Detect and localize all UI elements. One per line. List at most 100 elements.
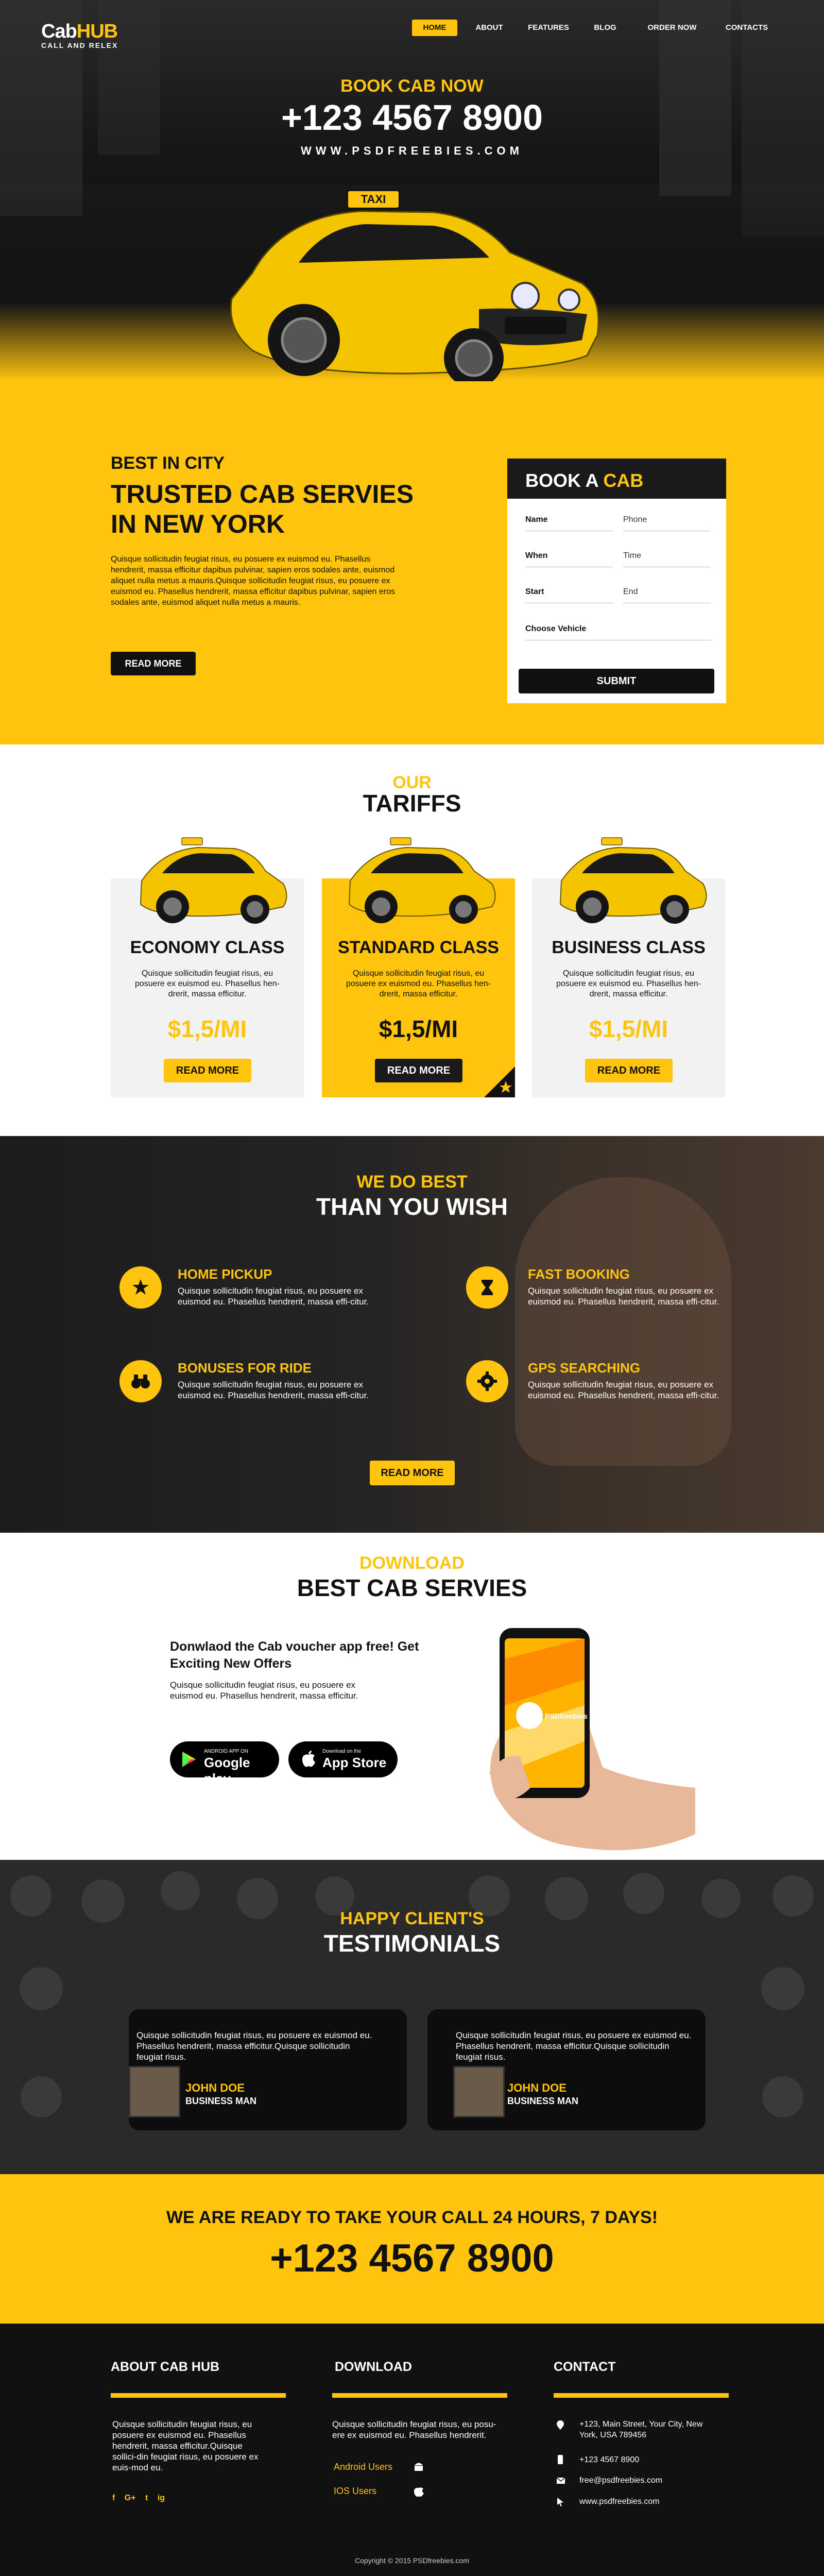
features-title: THAN YOU WISH bbox=[316, 1193, 508, 1220]
economy-read-more-button[interactable]: READ MORE bbox=[164, 1059, 251, 1082]
feature-desc-gps: Quisque sollicitudin feugiat risus, eu p… bbox=[528, 1380, 719, 1400]
google-play-big-text: Google play bbox=[204, 1755, 250, 1786]
app-store-big-text: App Store bbox=[322, 1755, 387, 1770]
google-play-button[interactable]: ANDROID APP ON Google play bbox=[170, 1741, 279, 1786]
tariff-title-standard: STANDARD CLASS bbox=[338, 938, 499, 957]
testimonials-title: TESTIMONIALS bbox=[323, 1930, 501, 1957]
ios-users-link[interactable]: IOS Users bbox=[334, 2486, 376, 2497]
testimonial-name: JOHN DOE bbox=[507, 2081, 566, 2094]
nav-order-now[interactable]: ORDER NOW bbox=[639, 20, 706, 36]
intro-read-more-button[interactable]: READ MORE bbox=[111, 652, 196, 675]
tariff-desc-business: Quisque sollicitudin feugiat risus, eu p… bbox=[556, 969, 701, 998]
feature-circle bbox=[466, 1266, 508, 1309]
testimonial-role: BUSINESS MAN bbox=[185, 2096, 257, 2106]
social-links: f G+ t ig bbox=[112, 2494, 165, 2503]
feature-title-bonuses: BONUSES FOR RIDE bbox=[178, 1360, 312, 1376]
feature-desc-home-pickup: Quisque sollicitudin feugiat risus, eu p… bbox=[178, 1286, 369, 1307]
features-read-more-button[interactable]: READ MORE bbox=[370, 1461, 455, 1485]
testimonial-quote: Quisque sollicitudin feugiat risus, eu p… bbox=[456, 2030, 692, 2062]
cta-line: WE ARE READY TO TAKE YOUR CALL 24 HOURS,… bbox=[166, 2208, 658, 2227]
footer-download-body: Quisque sollicitudin feugiat risus, eu p… bbox=[332, 2419, 496, 2440]
book-form-title: BOOK A CAB bbox=[525, 470, 643, 492]
footer-divider bbox=[554, 2393, 729, 2398]
standard-read-more-button[interactable]: READ MORE bbox=[375, 1059, 462, 1082]
background-person bbox=[515, 1177, 731, 1466]
phone-field[interactable]: Phone bbox=[623, 515, 647, 524]
tariff-title-economy: ECONOMY CLASS bbox=[130, 938, 285, 957]
contact-phone[interactable]: +123 4567 8900 bbox=[579, 2454, 639, 2465]
testimonial-quote: Quisque sollicitudin feugiat risus, eu p… bbox=[136, 2030, 372, 2062]
tariff-title-business: BUSINESS CLASS bbox=[552, 938, 706, 957]
google-play-small-text: ANDROID APP ON bbox=[204, 1749, 248, 1754]
android-users-link[interactable]: Android Users bbox=[334, 2462, 392, 2472]
contact-website[interactable]: www.psdfreebies.com bbox=[579, 2496, 660, 2507]
binoculars-icon bbox=[131, 1375, 150, 1388]
end-field[interactable]: End bbox=[623, 587, 638, 597]
features-kicker: WE DO BEST bbox=[356, 1172, 468, 1192]
book-cab-form: BOOK A CAB Name Phone When Time Start En… bbox=[507, 459, 726, 703]
apple-icon bbox=[414, 2487, 424, 2497]
testimonials-kicker: HAPPY CLIENT'S bbox=[340, 1909, 484, 1928]
nav-contacts[interactable]: CONTACTS bbox=[718, 20, 775, 36]
business-read-more-button[interactable]: READ MORE bbox=[585, 1059, 673, 1082]
book-form-header: BOOK A CAB bbox=[507, 459, 726, 499]
feature-title-gps: GPS SEARCHING bbox=[528, 1360, 641, 1376]
tariff-desc-standard: Quisque sollicitudin feugiat risus, eu p… bbox=[346, 969, 491, 998]
app-store-button[interactable]: Download on the App Store bbox=[288, 1741, 398, 1777]
gear-icon bbox=[477, 1371, 497, 1391]
name-field[interactable]: Name bbox=[525, 515, 548, 524]
cta-phone[interactable]: +123 4567 8900 bbox=[0, 2236, 824, 2281]
choose-vehicle-select[interactable]: Choose Vehicle bbox=[525, 624, 586, 634]
intro-title: TRUSTED CAB SERVIES IN NEW YORK bbox=[111, 480, 414, 538]
standard-taxi-image bbox=[348, 837, 496, 924]
avatar bbox=[453, 2066, 505, 2117]
time-field[interactable]: Time bbox=[623, 551, 641, 561]
intro-body: Quisque sollicitudin feugiat risus, eu p… bbox=[111, 555, 396, 607]
copyright: Copyright © 2015 PSDfreebies.com bbox=[355, 2556, 469, 2565]
twitter-icon[interactable]: t bbox=[145, 2494, 148, 2502]
testimonial-role: BUSINESS MAN bbox=[507, 2096, 579, 2106]
start-field[interactable]: Start bbox=[525, 587, 544, 597]
nav-features[interactable]: FEATURES bbox=[520, 20, 577, 36]
nav-home[interactable]: HOME bbox=[412, 20, 457, 36]
contact-email[interactable]: free@psdfreebies.com bbox=[579, 2475, 662, 2486]
hero-website[interactable]: WWW.PSDFREEBIES.COM bbox=[0, 144, 824, 158]
book-form-title-a: BOOK A bbox=[525, 470, 598, 491]
feature-title-fast-booking: FAST BOOKING bbox=[528, 1266, 630, 1282]
when-field[interactable]: When bbox=[525, 551, 548, 561]
nav-about[interactable]: ABOUT bbox=[469, 20, 510, 36]
phone-in-hand-image: PSDfreebies bbox=[489, 1628, 695, 1851]
nav-blog[interactable]: BLOG bbox=[587, 20, 623, 36]
download-body: Quisque sollicitudin feugiat risus, eu p… bbox=[170, 1680, 358, 1701]
instagram-icon[interactable]: ig bbox=[158, 2494, 165, 2502]
book-form-title-b: CAB bbox=[603, 470, 644, 491]
phone-icon bbox=[558, 2455, 563, 2464]
feature-desc-fast-booking: Quisque sollicitudin feugiat risus, eu p… bbox=[528, 1286, 719, 1307]
footer-about-body: Quisque sollicitudin feugiat risus, eu p… bbox=[112, 2419, 259, 2472]
footer-divider bbox=[332, 2393, 507, 2398]
tariff-price-standard: $1,5/MI bbox=[379, 1015, 458, 1042]
contact-address: +123, Main Street, Your City, New York, … bbox=[579, 2420, 703, 2439]
avatar bbox=[129, 2066, 180, 2117]
logo[interactable]: CabHUB bbox=[41, 21, 118, 43]
submit-button[interactable]: SUBMIT bbox=[519, 669, 714, 693]
google-play-icon bbox=[182, 1752, 196, 1767]
apple-icon bbox=[302, 1751, 315, 1767]
tariffs-title: TARIFFS bbox=[363, 790, 461, 817]
tariff-price-economy: $1,5/MI bbox=[167, 1015, 247, 1042]
hero-phone[interactable]: +123 4567 8900 bbox=[0, 97, 824, 138]
phone-brand-text: PSDfreebies bbox=[545, 1712, 588, 1720]
feature-desc-bonuses: Quisque sollicitudin feugiat risus, eu p… bbox=[178, 1380, 369, 1400]
cursor-icon bbox=[557, 2498, 563, 2506]
hourglass-icon bbox=[482, 1280, 493, 1295]
google-plus-icon[interactable]: G+ bbox=[125, 2494, 136, 2502]
facebook-icon[interactable]: f bbox=[112, 2494, 115, 2502]
mail-icon bbox=[556, 2477, 565, 2484]
android-icon bbox=[415, 2463, 423, 2471]
feature-title-home-pickup: HOME PICKUP bbox=[178, 1266, 272, 1282]
tariff-desc-economy: Quisque sollicitudin feugiat risus, eu p… bbox=[134, 969, 280, 998]
tariff-price-business: $1,5/MI bbox=[589, 1015, 668, 1042]
download-title: BEST CAB SERVIES bbox=[297, 1574, 527, 1601]
footer-download-title: DOWNLOAD bbox=[335, 2360, 412, 2374]
taxi-sign-text: TAXI bbox=[361, 193, 386, 206]
